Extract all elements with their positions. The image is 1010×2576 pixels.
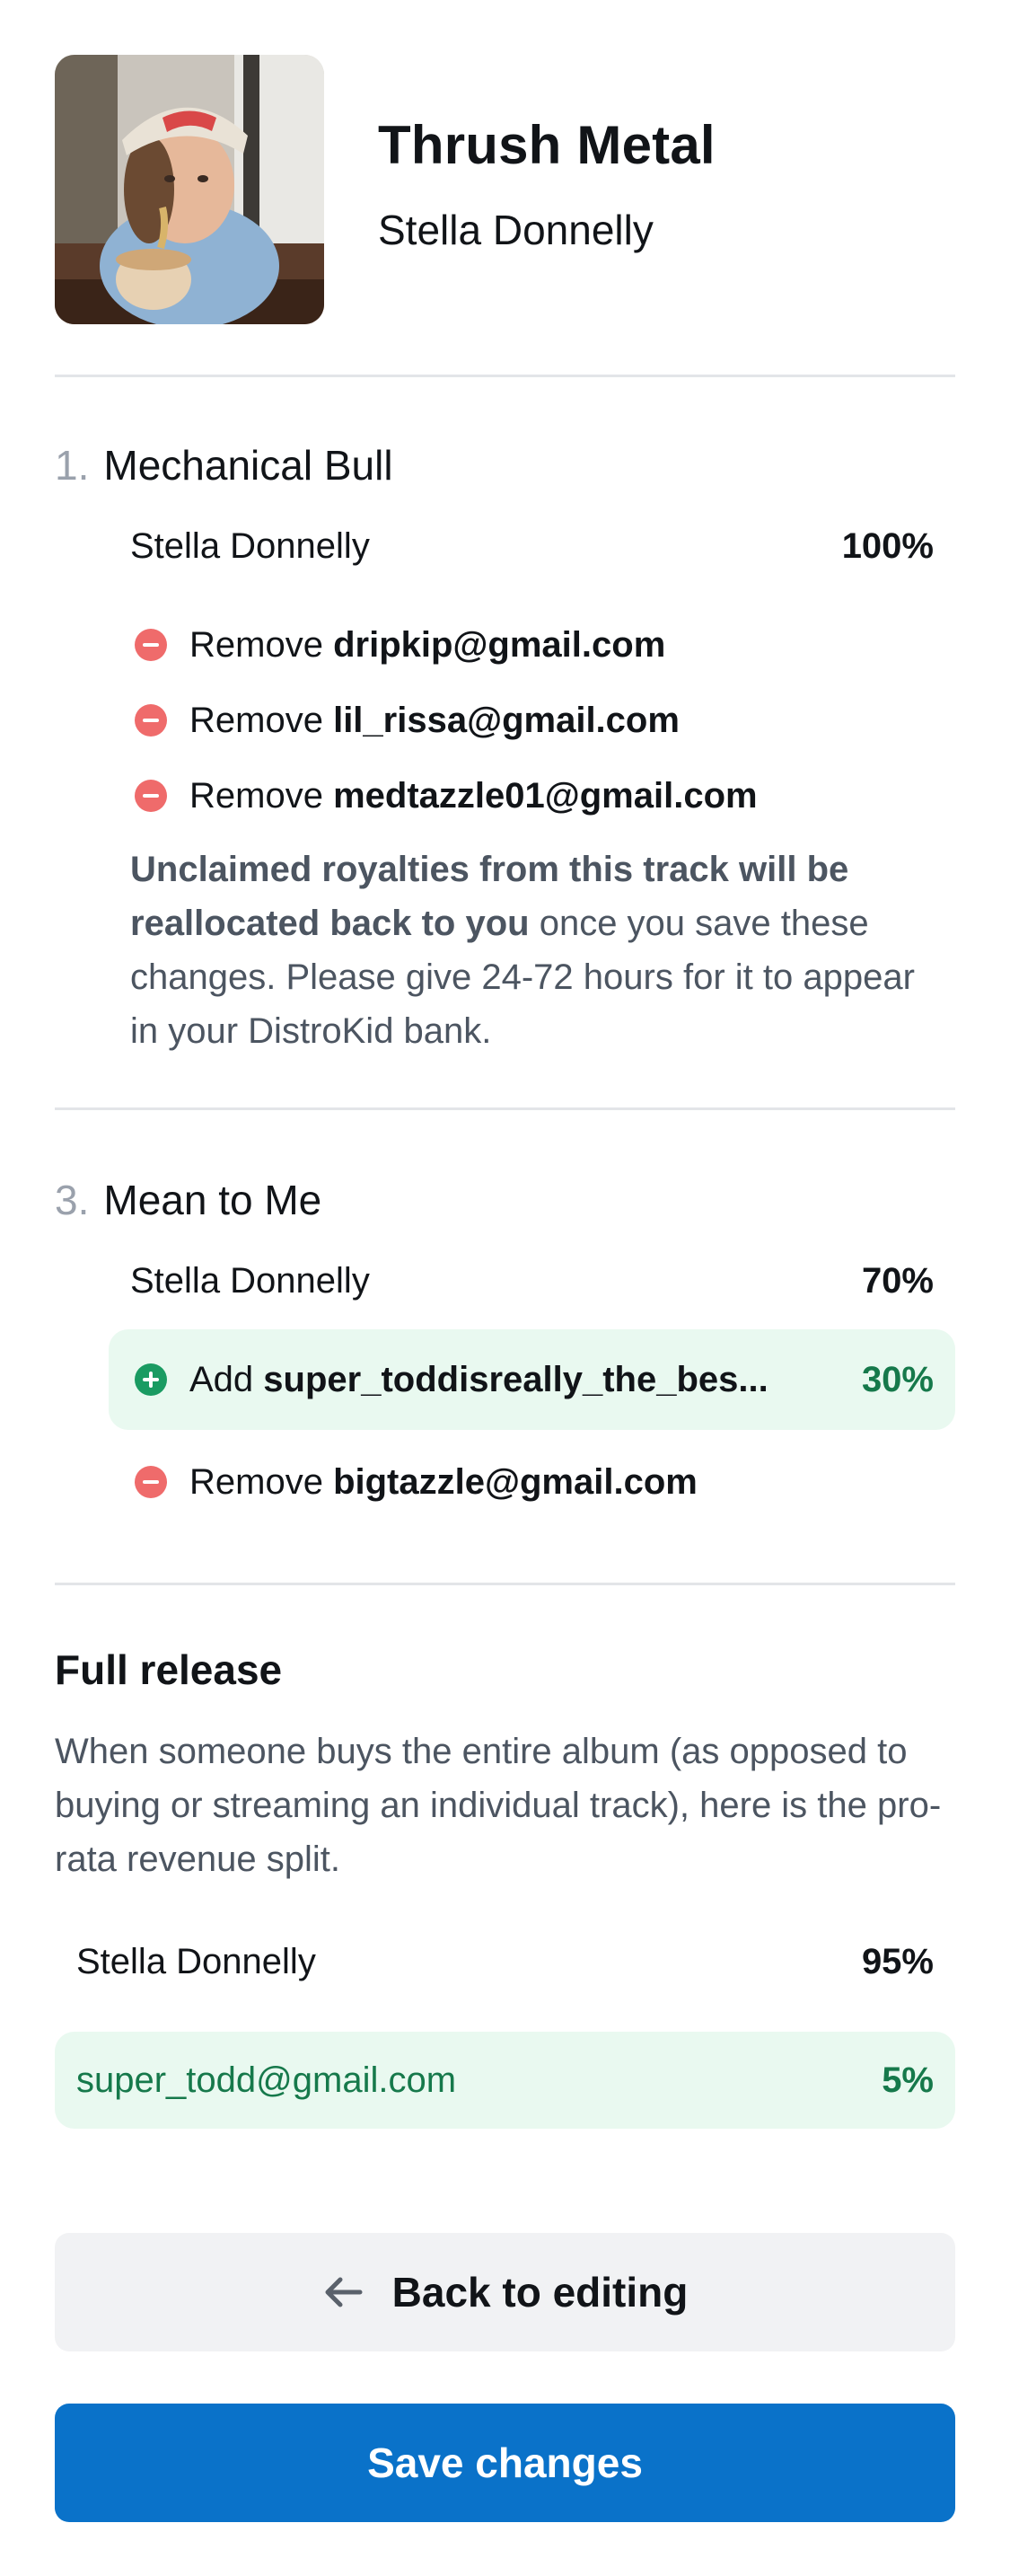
split-review-page: Thrush Metal Stella Donnelly 1. Mechanica…: [0, 0, 1010, 2576]
track-heading: 1. Mechanical Bull: [55, 440, 393, 490]
remove-circle-icon: [135, 780, 167, 812]
full-release-description: When someone buys the entire album (as o…: [55, 1732, 942, 1879]
release-name: super_todd@gmail.com: [76, 2060, 457, 2100]
change-action: Remove: [189, 776, 323, 816]
owner-percent: 100%: [841, 526, 934, 566]
change-action: Add: [189, 1360, 254, 1399]
change-email: lil_rissa@gmail.com: [333, 701, 680, 740]
album-cover-photo: [55, 55, 324, 324]
remove-circle-icon: [135, 1466, 167, 1498]
release-percent: 95%: [861, 1942, 934, 1981]
album-artist: Stella Donnelly: [378, 207, 654, 253]
track-title: Mean to Me: [103, 1177, 322, 1223]
divider: [55, 1107, 955, 1110]
owner-split-row: Stella Donnelly 70%: [130, 1256, 934, 1306]
owner-split-row: Stella Donnelly 100%: [130, 521, 934, 571]
release-percent: 5%: [882, 2060, 934, 2100]
album-header: Thrush Metal Stella Donnelly: [55, 55, 955, 324]
owner-percent: 70%: [861, 1261, 934, 1301]
reallocation-note: Unclaimed royalties from this track will…: [130, 842, 920, 1058]
back-button-label: Back to editing: [391, 2269, 689, 2316]
divider: [55, 1583, 955, 1585]
owner-name: Stella Donnelly: [130, 1261, 370, 1301]
release-name: Stella Donnelly: [76, 1942, 316, 1981]
change-action: Remove: [189, 1462, 323, 1502]
remove-circle-icon: [135, 704, 167, 737]
full-release-title: Full release: [55, 1646, 283, 1693]
divider: [55, 375, 955, 377]
track-number: 1.: [55, 442, 90, 489]
change-email: bigtazzle@gmail.com: [333, 1462, 698, 1502]
album-title: Thrush Metal: [378, 115, 716, 175]
release-split-row: super_todd@gmail.com 5%: [55, 2032, 955, 2129]
remove-circle-icon: [135, 629, 167, 661]
arrow-left-icon: [325, 2277, 363, 2307]
track-heading: 3. Mean to Me: [55, 1175, 321, 1225]
add-change-row: Add super_toddisreally_the_bes... 30%: [109, 1329, 955, 1430]
save-changes-button[interactable]: Save changes: [55, 2404, 955, 2522]
change-action: Remove: [189, 625, 323, 665]
change-email: medtazzle01@gmail.com: [333, 776, 758, 816]
track-title: Mechanical Bull: [103, 442, 393, 489]
add-circle-icon: [135, 1363, 167, 1396]
release-split-row: Stella Donnelly 95%: [55, 1913, 955, 2010]
save-button-label: Save changes: [367, 2439, 643, 2486]
track-number: 3.: [55, 1177, 90, 1223]
add-percent: 30%: [861, 1360, 934, 1399]
change-email: dripkip@gmail.com: [333, 625, 666, 665]
change-email: super_toddisreally_the_bes...: [263, 1360, 768, 1399]
owner-name: Stella Donnelly: [130, 526, 370, 566]
back-to-editing-button[interactable]: Back to editing: [55, 2233, 955, 2351]
change-action: Remove: [189, 701, 323, 740]
